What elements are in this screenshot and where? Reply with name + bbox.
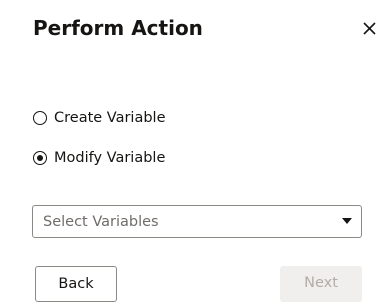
modify-variable-label: Modify Variable xyxy=(54,150,166,166)
perform-action-dialog: Perform Action Create Variable Modify Va… xyxy=(0,0,376,303)
create-variable-radio[interactable] xyxy=(33,111,47,125)
create-variable-option[interactable]: Create Variable xyxy=(33,108,166,128)
modify-variable-radio[interactable] xyxy=(33,151,47,165)
create-variable-label: Create Variable xyxy=(54,110,166,126)
back-button[interactable]: Back xyxy=(35,266,117,302)
chevron-down-icon[interactable] xyxy=(342,218,352,224)
dialog-title: Perform Action xyxy=(33,16,203,40)
modify-variable-option[interactable]: Modify Variable xyxy=(33,148,165,168)
select-variables-placeholder: Select Variables xyxy=(43,214,159,230)
next-button[interactable]: Next xyxy=(280,266,362,302)
select-variables-dropdown[interactable]: Select Variables xyxy=(32,205,362,238)
close-icon[interactable] xyxy=(361,17,376,39)
